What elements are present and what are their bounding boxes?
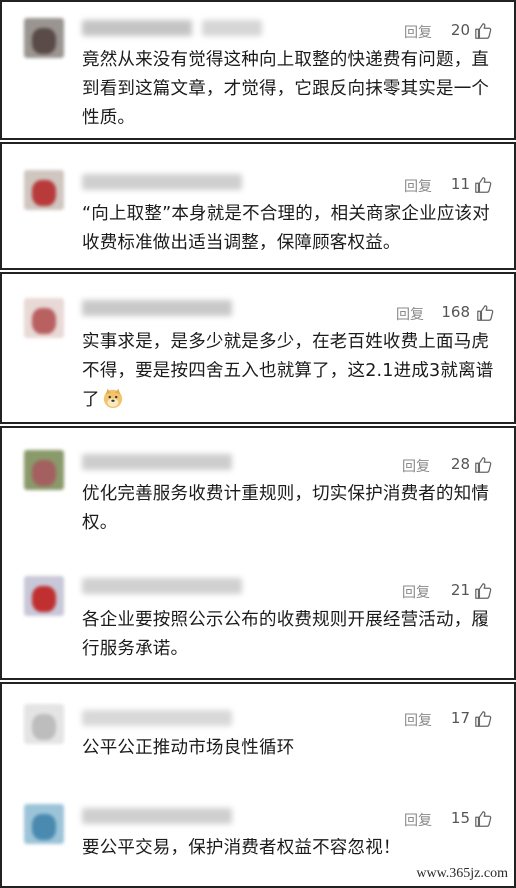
thumbs-up-icon[interactable] bbox=[474, 710, 492, 728]
comment-card: 回复 28 优化完善服务收费计重规则，切实保护消费者的知情权。 回复 21 各企… bbox=[0, 426, 516, 680]
like-count: 168 bbox=[441, 303, 470, 321]
comment-card: 回复 168 实事求是，是多少就是多少，在老百姓收费上面马虎不得，要是按四舍五入… bbox=[0, 272, 516, 424]
like-count: 21 bbox=[450, 581, 470, 599]
like-count: 15 bbox=[450, 809, 470, 827]
thumbs-up-icon[interactable] bbox=[474, 582, 492, 600]
comment-text: 优化完善服务收费计重规则，切实保护消费者的知情权。 bbox=[82, 484, 490, 533]
thumbs-up-icon[interactable] bbox=[474, 176, 492, 194]
username-blurred bbox=[82, 578, 242, 594]
doge-emoji-icon bbox=[103, 388, 122, 409]
like-count: 17 bbox=[450, 709, 470, 727]
avatar[interactable] bbox=[24, 804, 64, 844]
avatar[interactable] bbox=[24, 298, 64, 338]
comment-card: 回复 20 竟然从来没有觉得这种向上取整的快递费有问题，直到看到这篇文章，才觉得… bbox=[0, 0, 516, 140]
username-blurred bbox=[82, 174, 242, 190]
avatar[interactable] bbox=[24, 704, 64, 744]
comment-card: 回复 11 “向上取整”本身就是不合理的，相关商家企业应该对收费标准做出适当调整… bbox=[0, 142, 516, 270]
comment-text-body: 实事求是，是多少就是多少，在老百姓收费上面马虎不得，要是按四舍五入也就算了，这2… bbox=[82, 332, 494, 410]
username-blurred bbox=[82, 20, 192, 36]
like-count: 28 bbox=[450, 455, 470, 473]
like-count: 20 bbox=[450, 21, 470, 39]
thumbs-up-icon[interactable] bbox=[476, 304, 494, 322]
comment-text: 各企业要按照公示公布的收费规则开展经营活动，履行服务承诺。 bbox=[82, 610, 490, 659]
comment-card: 回复 17 公平公正推动市场良性循环 回复 15 要公平交易，保护消费者权益不容… bbox=[0, 682, 516, 888]
comment-text: 公平公正推动市场良性循环 bbox=[82, 738, 295, 758]
comment-text: “向上取整”本身就是不合理的，相关商家企业应该对收费标准做出适当调整，保障顾客权… bbox=[82, 204, 490, 253]
thumbs-up-icon[interactable] bbox=[474, 810, 492, 828]
username-blurred bbox=[82, 808, 232, 824]
reply-button[interactable]: 回复 bbox=[396, 304, 424, 324]
avatar[interactable] bbox=[24, 170, 64, 210]
avatar[interactable] bbox=[24, 450, 64, 490]
comment-text: 要公平交易，保护消费者权益不容忽视！ bbox=[82, 838, 401, 858]
thumbs-up-icon[interactable] bbox=[474, 22, 492, 40]
watermark: www.365jz.com bbox=[416, 866, 508, 881]
username-blurred bbox=[202, 20, 262, 36]
username-blurred bbox=[82, 454, 232, 470]
thumbs-up-icon[interactable] bbox=[474, 456, 492, 474]
avatar[interactable] bbox=[24, 576, 64, 616]
username-blurred bbox=[82, 710, 232, 726]
comment-text: 竟然从来没有觉得这种向上取整的快递费有问题，直到看到这篇文章，才觉得，它跟反向抹… bbox=[82, 50, 490, 128]
username-blurred bbox=[82, 300, 232, 316]
avatar[interactable] bbox=[24, 18, 64, 58]
comment-text: 实事求是，是多少就是多少，在老百姓收费上面马虎不得，要是按四舍五入也就算了，这2… bbox=[82, 328, 500, 415]
like-count: 11 bbox=[450, 175, 470, 193]
